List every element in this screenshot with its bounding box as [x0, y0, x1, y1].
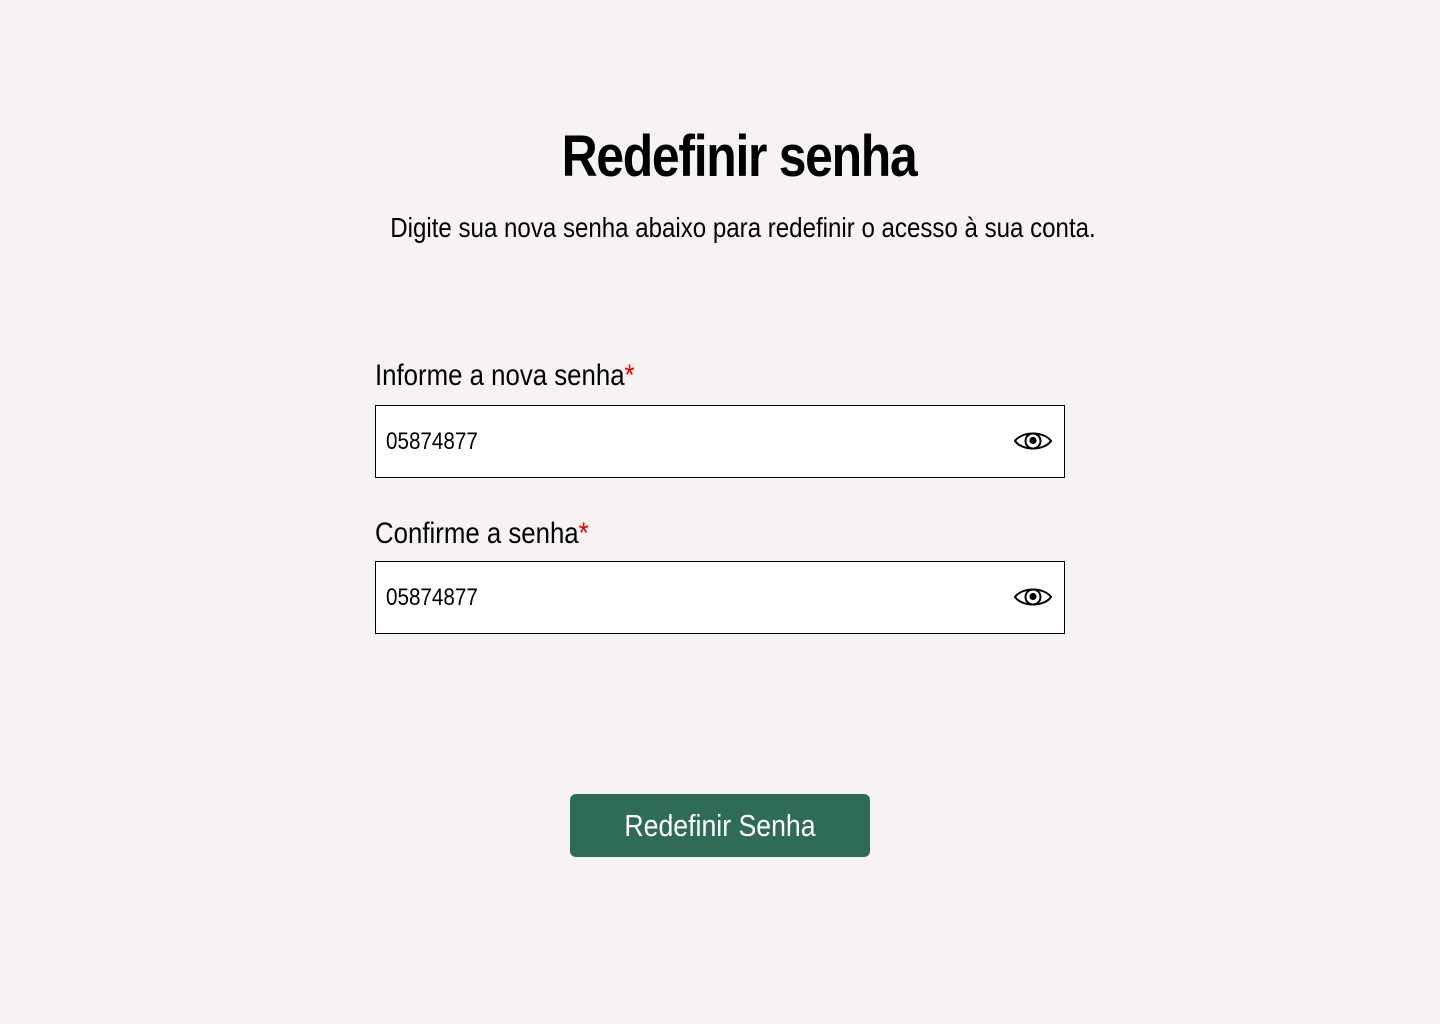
new-password-label-text: Informe a nova senha — [375, 359, 625, 392]
required-mark: * — [624, 359, 635, 392]
required-mark: * — [578, 517, 589, 550]
reset-password-button-label: Redefinir Senha — [624, 808, 816, 843]
confirm-password-input[interactable] — [386, 562, 653, 633]
eye-icon[interactable] — [1013, 426, 1053, 456]
eye-icon[interactable] — [1013, 582, 1053, 612]
page-subtitle: Digite sua nova senha abaixo para redefi… — [390, 212, 1096, 243]
new-password-input[interactable] — [386, 406, 653, 477]
page-title: Redefinir senha — [561, 124, 918, 189]
new-password-input-box — [375, 405, 1065, 478]
confirm-password-field: Confirme a senha* — [375, 514, 1065, 634]
confirm-password-label-text: Confirme a senha — [375, 517, 579, 550]
confirm-password-label: Confirme a senha* — [375, 514, 968, 554]
reset-password-button[interactable]: Redefinir Senha — [570, 794, 870, 857]
new-password-label: Informe a nova senha* — [375, 356, 968, 396]
confirm-password-input-box — [375, 561, 1065, 634]
new-password-field: Informe a nova senha* — [375, 356, 1065, 478]
